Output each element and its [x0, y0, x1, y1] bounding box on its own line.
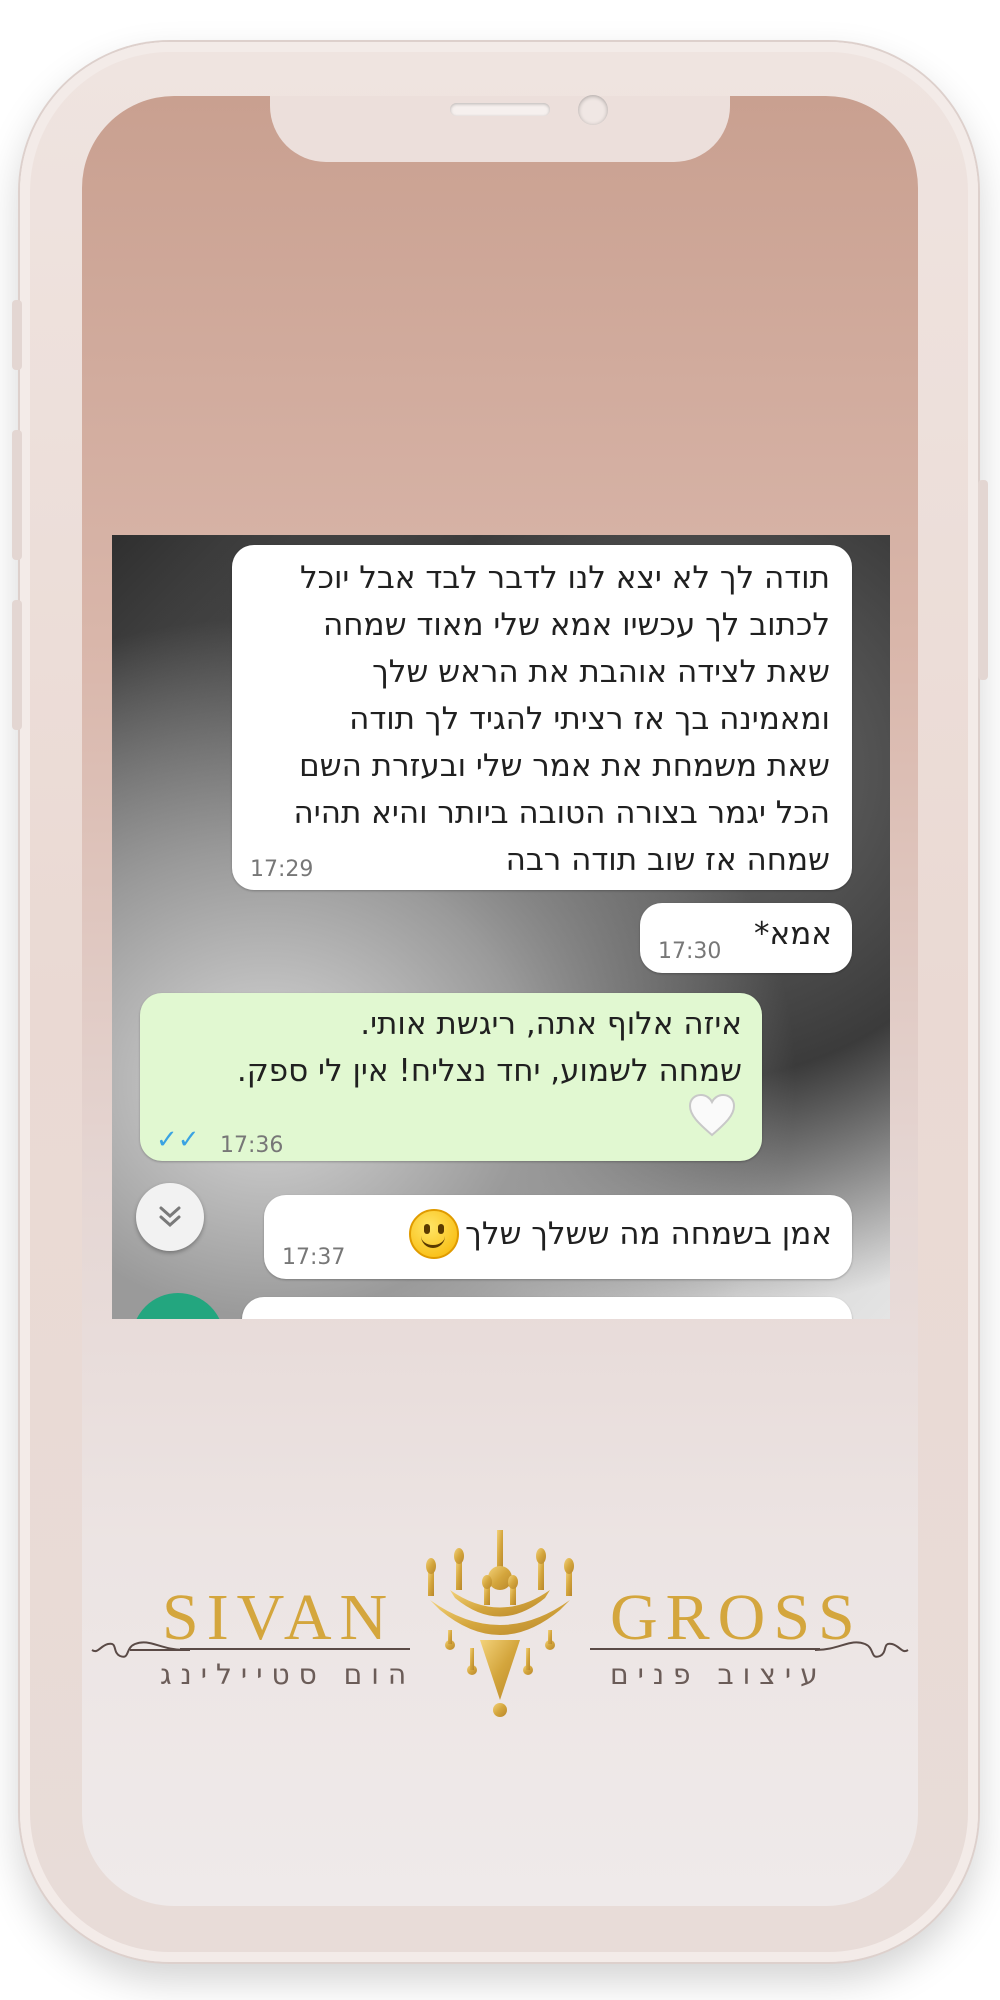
phone-side-button [12, 300, 22, 370]
message-text: תודה לך לא יצא לנו לדבר לבד אבל יוכל לכת… [293, 560, 830, 878]
phone-camera [578, 95, 608, 125]
chat-message-outgoing: איזה אלוף אתה, ריגשת אותי. שמחה לשמוע, י… [140, 993, 762, 1161]
phone-volume-down-button [12, 600, 22, 730]
message-text: אמן בשמחה מה ששלך שלך [465, 1215, 832, 1252]
logo-word-left: SIVAN [162, 1581, 396, 1654]
phone-volume-up-button [12, 430, 22, 560]
chat-message-incoming: אמן בשמחה מה ששלך שלך 17:37 [264, 1195, 852, 1279]
chat-screenshot: תודה לך לא יצא לנו לדבר לבד אבל יוכל לכת… [112, 535, 890, 1319]
message-time: 17:36 [220, 1133, 284, 1158]
message-content-row: אמן בשמחה מה ששלך שלך [403, 1209, 832, 1259]
chat-message-incoming: אמא* 17:30 [640, 903, 852, 973]
double-chevron-down-icon [159, 1206, 181, 1228]
smiling-face-icon [409, 1209, 460, 1259]
message-time: 17:30 [658, 939, 722, 964]
white-heart-icon [688, 1093, 736, 1137]
message-time: 17:29 [250, 857, 314, 882]
sivan-gross-logo: SIVAN GROSS הום סטיילינג עיצוב פנים [90, 1530, 910, 1750]
logo-word-right: GROSS [610, 1581, 863, 1654]
action-button[interactable] [132, 1293, 224, 1319]
chandelier-icon [426, 1530, 574, 1717]
phone-speaker [450, 103, 550, 116]
message-text: אמא* [754, 916, 832, 952]
logo-subtitle-left: הום סטיילינג [160, 1658, 416, 1691]
phone-power-button [978, 480, 988, 680]
logo-subtitle-right: עיצוב פנים [610, 1658, 827, 1691]
message-time: 17:37 [282, 1245, 346, 1270]
chat-message-incoming-partial [242, 1297, 852, 1319]
scroll-down-button[interactable] [136, 1183, 204, 1251]
message-text: איזה אלוף אתה, ריגשת אותי. שמחה לשמוע, י… [236, 1006, 742, 1089]
chat-message-incoming: תודה לך לא יצא לנו לדבר לבד אבל יוכל לכת… [232, 545, 852, 890]
double-check-icon: ✓✓ [156, 1125, 200, 1155]
